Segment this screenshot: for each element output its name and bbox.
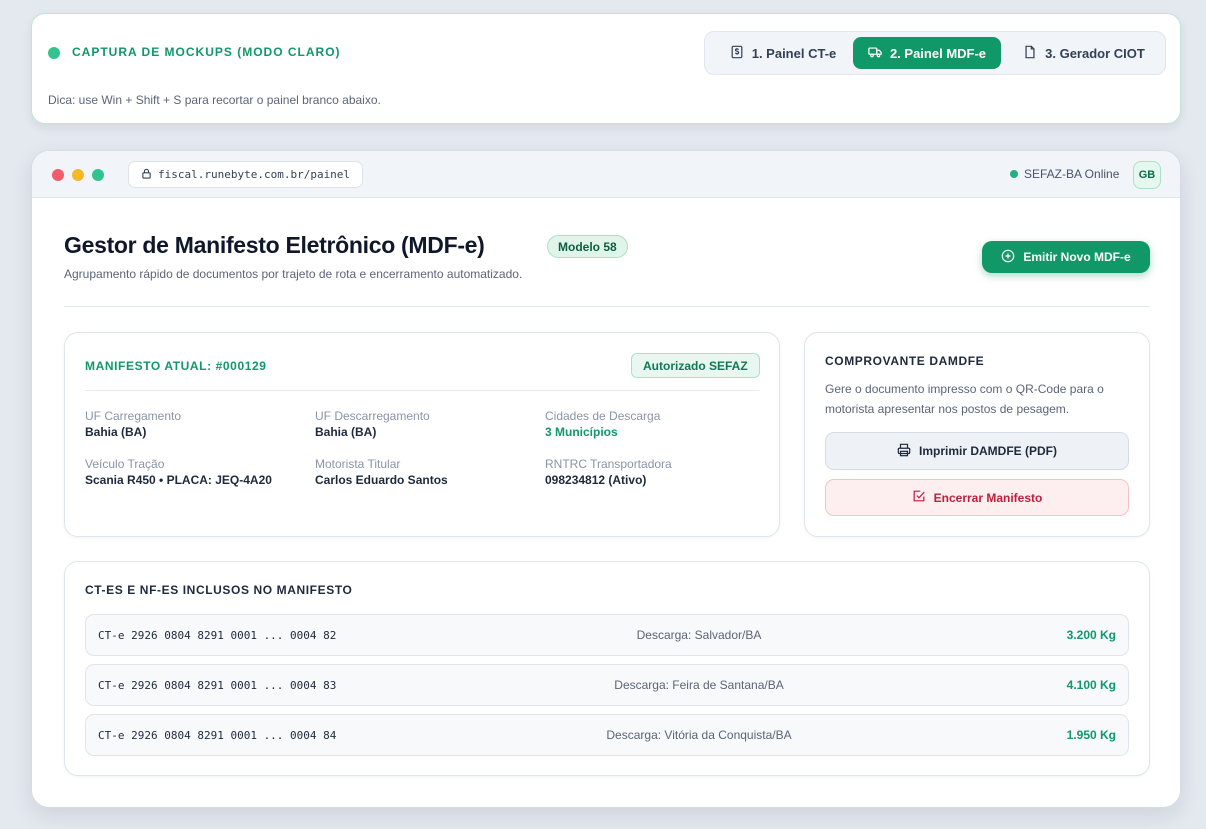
header-divider bbox=[64, 306, 1150, 307]
field-label: Motorista Titular bbox=[315, 457, 401, 471]
table-row[interactable]: CT-e 2926 0804 8291 0001 ... 0004 84 Des… bbox=[85, 714, 1129, 756]
minimize-window-button[interactable] bbox=[72, 169, 84, 181]
field-value: Scania R450 • PLACA: JEQ-4A20 bbox=[85, 473, 272, 487]
truck-icon bbox=[868, 45, 882, 62]
field-rntrc: RNTRC Transportadora 098234812 (Ativo) bbox=[545, 457, 672, 487]
field-value: Bahia (BA) bbox=[315, 425, 377, 439]
field-label: Cidades de Descarga bbox=[545, 409, 661, 423]
sefaz-status-label: SEFAZ-BA Online bbox=[1024, 167, 1120, 181]
documents-title: CT-ES E NF-ES INCLUSOS NO MANIFESTO bbox=[85, 583, 353, 597]
address-bar[interactable]: fiscal.runebyte.com.br/painel bbox=[128, 161, 363, 188]
field-value: Bahia (BA) bbox=[85, 425, 147, 439]
capture-hint: Dica: use Win + Shift + S para recortar … bbox=[48, 93, 381, 107]
tab-label: 1. Painel CT-e bbox=[751, 45, 837, 61]
close-manifest-button[interactable]: Encerrar Manifesto bbox=[825, 479, 1129, 516]
table-row[interactable]: CT-e 2926 0804 8291 0001 ... 0004 83 Des… bbox=[85, 664, 1129, 706]
document-key: CT-e 2926 0804 8291 0001 ... 0004 83 bbox=[98, 679, 337, 692]
field-label: Veículo Tração bbox=[85, 457, 165, 471]
table-row[interactable]: CT-e 2926 0804 8291 0001 ... 0004 82 Des… bbox=[85, 614, 1129, 656]
close-window-button[interactable] bbox=[52, 169, 64, 181]
field-motorista-titular: Motorista Titular Carlos Eduardo Santos bbox=[315, 457, 448, 487]
page-subtitle: Agrupamento rápido de documentos por tra… bbox=[64, 267, 523, 281]
online-indicator-icon bbox=[1010, 170, 1018, 178]
document-weight: 1.950 Kg bbox=[1066, 728, 1116, 742]
included-documents-card: CT-ES E NF-ES INCLUSOS NO MANIFESTO CT-e… bbox=[64, 561, 1150, 776]
emit-button-label: Emitir Novo MDF-e bbox=[1023, 250, 1131, 264]
document-key: CT-e 2926 0804 8291 0001 ... 0004 84 bbox=[98, 729, 337, 742]
damdfe-title: COMPROVANTE DAMDFE bbox=[825, 354, 985, 368]
manifest-title: MANIFESTO ATUAL: #000129 bbox=[85, 359, 267, 373]
tab-label: 2. Painel MDF-e bbox=[889, 45, 987, 61]
print-button-label: Imprimir DAMDFE (PDF) bbox=[919, 444, 1057, 458]
field-uf-descarregamento: UF Descarregamento Bahia (BA) bbox=[315, 409, 430, 439]
field-cidades-descarga: Cidades de Descarga 3 Municípios bbox=[545, 409, 660, 439]
capture-title: CAPTURA DE MOCKUPS (MODO CLARO) bbox=[72, 45, 341, 59]
document-weight: 4.100 Kg bbox=[1066, 678, 1116, 692]
printer-icon bbox=[897, 443, 911, 460]
user-avatar[interactable]: GB bbox=[1133, 161, 1161, 189]
sefaz-status: SEFAZ-BA Online bbox=[1010, 167, 1119, 181]
tab-painel-mdfe[interactable]: 2. Painel MDF-e bbox=[853, 37, 1001, 69]
document-icon bbox=[1023, 45, 1037, 62]
manifest-divider bbox=[85, 390, 759, 391]
address-url: fiscal.runebyte.com.br/painel bbox=[158, 168, 351, 181]
status-badge: Autorizado SEFAZ bbox=[631, 353, 760, 378]
panel-tabs: 1. Painel CT-e 2. Painel MDF-e 3. Gerado… bbox=[704, 31, 1166, 75]
field-uf-carregamento: UF Carregamento Bahia (BA) bbox=[85, 409, 181, 439]
damdfe-card: COMPROVANTE DAMDFE Gere o documento impr… bbox=[804, 332, 1150, 537]
field-veiculo-tracao: Veículo Tração Scania R450 • PLACA: JEQ-… bbox=[85, 457, 272, 487]
damdfe-description: Gere o documento impresso com o QR-Code … bbox=[825, 382, 1104, 416]
field-value[interactable]: 3 Municípios bbox=[545, 425, 660, 439]
maximize-window-button[interactable] bbox=[92, 169, 104, 181]
capture-bar: CAPTURA DE MOCKUPS (MODO CLARO) Dica: us… bbox=[31, 13, 1181, 124]
field-label: RNTRC Transportadora bbox=[545, 457, 672, 471]
tab-painel-cte[interactable]: 1. Painel CT-e bbox=[713, 37, 853, 69]
current-manifest-card: MANIFESTO ATUAL: #000129 Autorizado SEFA… bbox=[64, 332, 780, 537]
field-value: Carlos Eduardo Santos bbox=[315, 473, 448, 487]
close-button-label: Encerrar Manifesto bbox=[933, 490, 1043, 505]
tab-label: 3. Gerador CIOT bbox=[1045, 45, 1145, 61]
tab-gerador-ciot[interactable]: 3. Gerador CIOT bbox=[1010, 37, 1158, 69]
dollar-document-icon bbox=[730, 45, 744, 62]
browser-titlebar: fiscal.runebyte.com.br/painel SEFAZ-BA O… bbox=[32, 151, 1180, 198]
field-label: UF Carregamento bbox=[85, 409, 182, 423]
document-key: CT-e 2926 0804 8291 0001 ... 0004 82 bbox=[98, 629, 337, 642]
plus-circle-icon bbox=[1001, 249, 1015, 266]
field-value: 098234812 (Ativo) bbox=[545, 473, 647, 487]
emit-new-mdfe-button[interactable]: Emitir Novo MDF-e bbox=[982, 241, 1150, 273]
lock-icon bbox=[141, 168, 152, 182]
browser-window: fiscal.runebyte.com.br/painel SEFAZ-BA O… bbox=[31, 150, 1181, 808]
model-badge: Modelo 58 bbox=[547, 235, 628, 258]
document-weight: 3.200 Kg bbox=[1066, 628, 1116, 642]
print-damdfe-button[interactable]: Imprimir DAMDFE (PDF) bbox=[825, 432, 1129, 470]
check-square-icon bbox=[912, 489, 926, 506]
capture-status-dot bbox=[48, 47, 60, 59]
page-title: Gestor de Manifesto Eletrônico (MDF-e) bbox=[64, 232, 485, 258]
field-label: UF Descarregamento bbox=[315, 409, 430, 423]
